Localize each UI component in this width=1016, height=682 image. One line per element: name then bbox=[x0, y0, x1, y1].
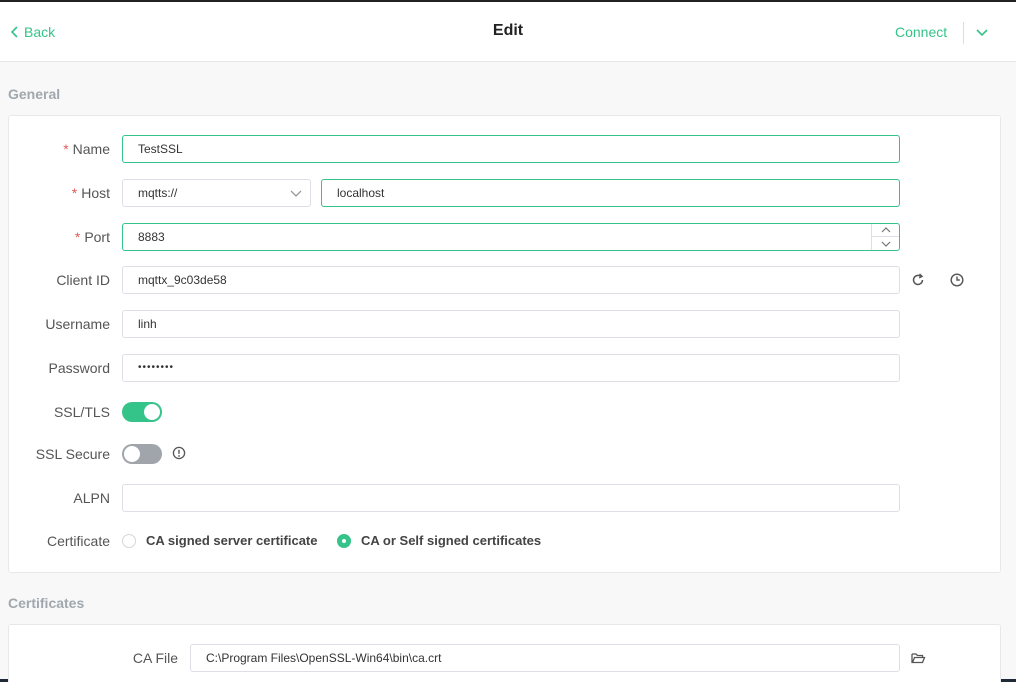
alpn-input[interactable] bbox=[122, 484, 900, 512]
toggle-knob bbox=[144, 404, 160, 420]
protocol-value: mqtts:// bbox=[138, 186, 178, 200]
ca-file-row: CA File C:\Program Files\OpenSSL-Win64\b… bbox=[9, 644, 1000, 672]
port-stepper bbox=[871, 224, 899, 250]
chevron-down-icon bbox=[290, 190, 302, 197]
folder-open-icon[interactable] bbox=[910, 650, 926, 666]
name-row: * Name TestSSL bbox=[9, 135, 1000, 163]
radio-ca-signed-server[interactable] bbox=[122, 534, 136, 548]
ca-file-label: CA File bbox=[132, 650, 178, 666]
chevron-up-icon bbox=[881, 227, 890, 233]
ssl-tls-label: SSL/TLS bbox=[53, 404, 110, 420]
page-title: Edit bbox=[492, 22, 524, 39]
section-title-general: General bbox=[8, 86, 61, 102]
ca-file-input[interactable]: C:\Program Files\OpenSSL-Win64\bin\ca.cr… bbox=[190, 644, 900, 672]
ssl-tls-toggle[interactable] bbox=[122, 402, 162, 422]
chevron-down-icon bbox=[881, 241, 890, 247]
name-input[interactable]: TestSSL bbox=[122, 135, 900, 163]
chevron-down-icon[interactable] bbox=[974, 26, 990, 40]
refresh-icon[interactable] bbox=[910, 272, 926, 288]
port-row: * Port 8883 bbox=[9, 223, 1000, 251]
port-input[interactable]: 8883 bbox=[122, 223, 900, 251]
certificate-label: Certificate bbox=[46, 533, 110, 549]
username-row: Username linh bbox=[9, 310, 1000, 338]
username-input[interactable]: linh bbox=[122, 310, 900, 338]
host-label: * Host bbox=[71, 185, 110, 201]
port-value: 8883 bbox=[138, 230, 165, 244]
ssl-secure-label: SSL Secure bbox=[35, 446, 110, 462]
section-title-certificates: Certificates bbox=[8, 595, 85, 611]
alpn-label: ALPN bbox=[73, 490, 110, 506]
alpn-row: ALPN bbox=[9, 484, 1000, 512]
ssl-secure-toggle[interactable] bbox=[122, 444, 162, 464]
client-id-label: Client ID bbox=[56, 272, 110, 288]
ssl-secure-row: SSL Secure bbox=[9, 440, 1000, 468]
divider bbox=[963, 22, 964, 44]
radio-self-signed[interactable] bbox=[337, 534, 351, 548]
radio-label-self-signed[interactable]: CA or Self signed certificates bbox=[361, 533, 541, 548]
connect-button[interactable]: Connect bbox=[895, 24, 947, 40]
name-label: * Name bbox=[63, 141, 110, 157]
info-icon[interactable] bbox=[172, 446, 186, 460]
top-bar: Back Edit Connect bbox=[0, 2, 1016, 62]
password-row: Password •••••••• bbox=[9, 354, 1000, 382]
host-row: * Host mqtts:// localhost bbox=[9, 179, 1000, 207]
general-card: * Name TestSSL * Host mqtts:// localhost *… bbox=[8, 115, 1001, 573]
host-input[interactable]: localhost bbox=[321, 179, 900, 207]
password-input[interactable]: •••••••• bbox=[122, 354, 900, 382]
ssl-tls-row: SSL/TLS bbox=[9, 398, 1000, 426]
protocol-select[interactable]: mqtts:// bbox=[122, 179, 311, 207]
client-id-input[interactable]: mqttx_9c03de58 bbox=[122, 266, 900, 294]
client-id-row: Client ID mqttx_9c03de58 bbox=[9, 266, 1000, 294]
decrement-button[interactable] bbox=[872, 237, 899, 250]
certificates-card: CA File C:\Program Files\OpenSSL-Win64\b… bbox=[8, 624, 1001, 682]
username-label: Username bbox=[45, 316, 110, 332]
increment-button[interactable] bbox=[872, 224, 899, 237]
certificate-row: Certificate CA signed server certificate… bbox=[9, 527, 1000, 555]
port-label: * Port bbox=[74, 229, 110, 245]
radio-label-ca-signed-server[interactable]: CA signed server certificate bbox=[146, 533, 317, 548]
clock-icon[interactable] bbox=[949, 272, 965, 288]
toggle-knob bbox=[124, 446, 140, 462]
password-label: Password bbox=[48, 360, 110, 376]
